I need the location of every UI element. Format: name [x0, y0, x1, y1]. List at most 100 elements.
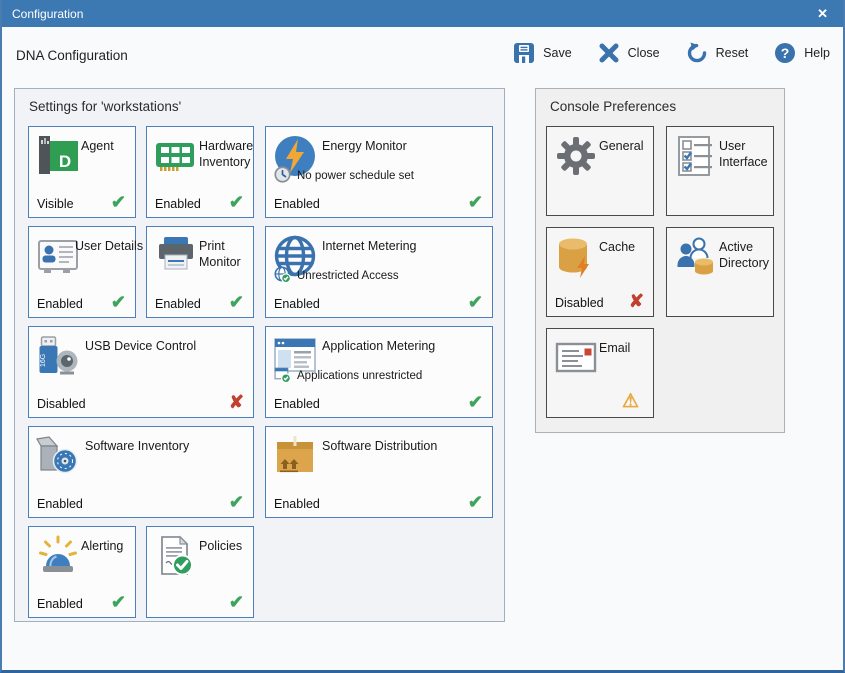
toolbar: Save Close Reset ? Help: [513, 42, 830, 64]
save-icon: [513, 42, 535, 64]
tile-internet-metering[interactable]: Internet Metering Unrestricted Access En…: [265, 226, 493, 318]
tile-status: Enabled: [155, 297, 201, 311]
check-icon: ✔: [229, 492, 244, 514]
tile-agent[interactable]: D Agent Visible ✔: [28, 126, 136, 218]
tile-status: Enabled: [274, 197, 320, 211]
settings-panel: Settings for 'workstations' D Agent Visi…: [14, 88, 505, 622]
check-icon: ✔: [111, 192, 126, 214]
policies-icon: [154, 534, 198, 578]
configuration-window: Configuration ✕ DNA Configuration Save C…: [0, 0, 845, 673]
warning-icon: ⚠: [622, 391, 639, 414]
reset-button[interactable]: Reset: [686, 42, 749, 64]
tile-status: Enabled: [37, 597, 83, 611]
help-label: Help: [804, 46, 830, 60]
help-icon: ?: [774, 42, 796, 64]
tile-status: Visible: [37, 197, 74, 211]
tile-substatus: Unrestricted Access: [274, 266, 399, 286]
tile-label: Internet Metering: [322, 238, 489, 254]
tile-label: User Details: [75, 238, 132, 254]
check-icon: ✔: [468, 392, 483, 414]
cache-database-icon: [554, 235, 598, 279]
tile-general[interactable]: General: [546, 126, 654, 216]
tile-hardware-inventory[interactable]: Hardware Inventory Enabled ✔: [146, 126, 254, 218]
check-icon: ✔: [468, 192, 483, 214]
svg-text:?: ?: [781, 45, 790, 61]
print-monitor-icon: [154, 234, 198, 278]
tile-status: Enabled: [274, 297, 320, 311]
software-distribution-icon: [273, 434, 317, 478]
close-label: Close: [628, 46, 660, 60]
agent-icon: D: [36, 134, 80, 178]
clock-icon: [274, 166, 291, 186]
close-button[interactable]: Close: [598, 42, 660, 64]
check-icon: ✔: [229, 592, 244, 614]
tile-policies[interactable]: Policies ✔: [146, 526, 254, 618]
usb-device-control-icon: 16G: [36, 334, 80, 378]
svg-text:D: D: [59, 152, 71, 171]
tile-status: Disabled: [555, 296, 604, 310]
tile-print-monitor[interactable]: Print Monitor Enabled ✔: [146, 226, 254, 318]
tile-label: Cache: [599, 239, 650, 255]
gear-icon: [554, 134, 598, 178]
tile-label: Hardware Inventory: [199, 138, 250, 171]
tile-substatus-text: Unrestricted Access: [297, 270, 399, 282]
tile-user-interface[interactable]: User Interface: [666, 126, 774, 216]
cross-icon: ✘: [629, 291, 644, 313]
user-details-icon: [36, 234, 80, 278]
page-title: DNA Configuration: [16, 48, 128, 63]
tile-software-distribution[interactable]: Software Distribution Enabled ✔: [265, 426, 493, 518]
check-icon: ✔: [111, 292, 126, 314]
settings-panel-title: Settings for 'workstations': [29, 99, 181, 114]
tile-label: Application Metering: [322, 338, 489, 354]
tile-status: Disabled: [37, 397, 86, 411]
tile-active-directory[interactable]: Active Directory: [666, 227, 774, 317]
tile-label: General: [599, 138, 650, 154]
tile-status: Enabled: [37, 297, 83, 311]
tile-label: Software Inventory: [85, 438, 250, 454]
tile-application-metering[interactable]: Application Metering Applications unrest…: [265, 326, 493, 418]
tile-substatus-text: No power schedule set: [297, 170, 414, 182]
tile-status: Enabled: [274, 397, 320, 411]
cross-icon: ✘: [229, 392, 244, 414]
reset-label: Reset: [716, 46, 749, 60]
tile-label: User Interface: [719, 138, 770, 171]
tile-status: Enabled: [155, 197, 201, 211]
tile-email[interactable]: Email ⚠: [546, 328, 654, 418]
console-panel-title: Console Preferences: [550, 99, 676, 114]
tile-energy-monitor[interactable]: Energy Monitor No power schedule set Ena…: [265, 126, 493, 218]
tile-label: Print Monitor: [199, 238, 250, 271]
alerting-icon: [36, 534, 80, 578]
tile-label: Agent: [81, 138, 132, 154]
tile-substatus: Applications unrestricted: [274, 366, 422, 386]
titlebar: Configuration ✕: [2, 0, 843, 27]
active-directory-icon: [674, 235, 718, 279]
software-inventory-icon: [36, 434, 80, 478]
tile-label: Energy Monitor: [322, 138, 489, 154]
close-icon: [598, 42, 620, 64]
tile-substatus: No power schedule set: [274, 166, 414, 186]
svg-text:16G: 16G: [40, 354, 47, 367]
reset-icon: [686, 42, 708, 64]
check-icon: ✔: [229, 192, 244, 214]
hardware-inventory-icon: [154, 134, 198, 178]
window-check-icon: [274, 366, 291, 386]
tile-status: Enabled: [274, 497, 320, 511]
check-icon: ✔: [468, 492, 483, 514]
tile-label: Software Distribution: [322, 438, 489, 454]
window-title: Configuration: [12, 7, 83, 21]
tile-label: Active Directory: [719, 239, 770, 272]
tile-user-details[interactable]: User Details Enabled ✔: [28, 226, 136, 318]
help-button[interactable]: ? Help: [774, 42, 830, 64]
window-close-icon[interactable]: ✕: [812, 6, 833, 22]
tile-cache[interactable]: Cache Disabled ✘: [546, 227, 654, 317]
tile-alerting[interactable]: Alerting Enabled ✔: [28, 526, 136, 618]
tile-label: Email: [599, 340, 650, 356]
tile-software-inventory[interactable]: Software Inventory Enabled ✔: [28, 426, 254, 518]
save-button[interactable]: Save: [513, 42, 572, 64]
tile-label: Alerting: [81, 538, 132, 554]
tile-usb-device-control[interactable]: 16G USB Device Control Disabled ✘: [28, 326, 254, 418]
tile-substatus-text: Applications unrestricted: [297, 370, 422, 382]
email-icon: [554, 336, 598, 380]
check-icon: ✔: [229, 292, 244, 314]
tile-label: USB Device Control: [85, 338, 250, 354]
